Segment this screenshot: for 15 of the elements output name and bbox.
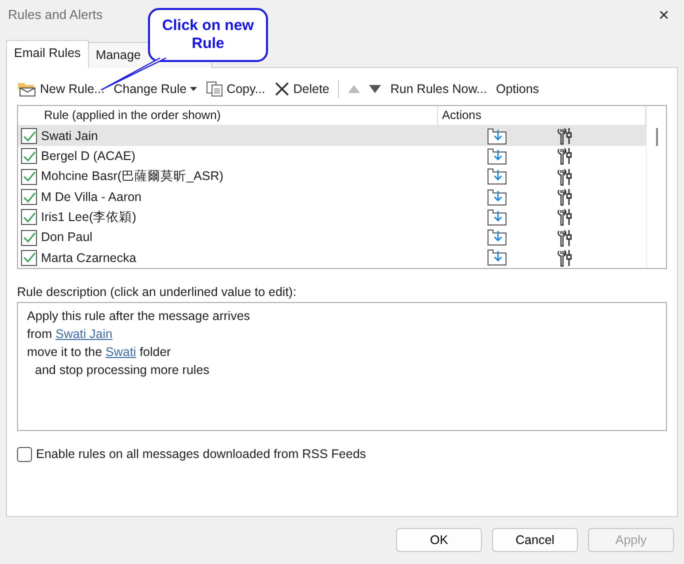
- rule-name: Don Paul: [41, 229, 94, 246]
- description-line: move it to the Swati folder: [27, 344, 172, 361]
- description-line: Apply this rule after the message arrives: [27, 308, 252, 325]
- checkbox-label: Enable rules on all messages downloaded from RSS Feeds: [36, 446, 366, 463]
- rule-name: M De Villa - Aaron: [41, 188, 143, 206]
- rule-name: Bergel D (ACAE): [41, 148, 136, 166]
- callout-bubble: Click on new Rule: [148, 8, 268, 62]
- rule-name: Marta Czarnecka: [41, 250, 138, 267]
- rule-name: Swati Jain: [41, 128, 99, 145]
- description-line: and stop processing more rules: [34, 362, 210, 379]
- rule-name: Mohcine Basr(巴薩爾莫昕_ASR): [41, 168, 224, 186]
- window-title: Rules and Alerts: [8, 6, 103, 24]
- description-line: from Swati Jain: [27, 326, 114, 343]
- description-label: Rule description (click an underlined value to edit):: [17, 284, 298, 301]
- rule-name: Iris1 Lee(李依穎): [41, 208, 138, 226]
